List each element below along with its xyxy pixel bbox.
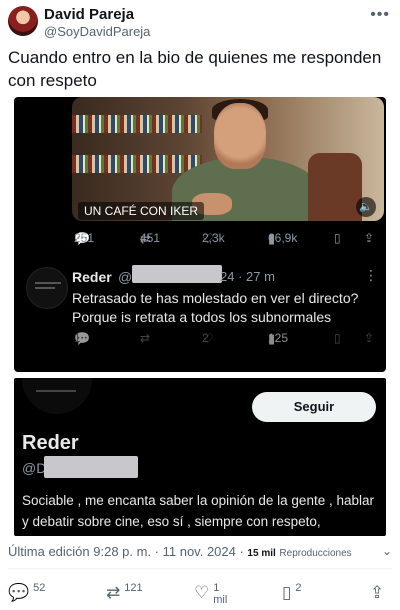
embedded-screenshot-profile[interactable]: Seguir Reder @D Sociable , me encanta sa… (14, 378, 386, 536)
views-label: Reproducciones (279, 548, 352, 559)
share-button[interactable]: ⇪ (370, 580, 388, 602)
more-options-icon[interactable]: ••• (370, 6, 390, 24)
bookshelf-decoration (72, 155, 202, 173)
video-metrics: 💬 251 ⇄ 451 ♡ 2,3k ▮ 66,9k ▯ ⇪ (74, 231, 375, 246)
tweet-actions: 💬 52 ⇄ 121 ♡ 1 mil ▯ 2 ⇪ (8, 578, 392, 606)
repost-icon[interactable]: ⇄ (140, 331, 150, 345)
tweet-header: David Pareja @SoyDavidPareja ••• (8, 4, 392, 40)
follow-button[interactable]: Seguir (252, 392, 376, 422)
person-figure (214, 103, 266, 169)
repost-button[interactable]: ⇄ 121 (106, 580, 143, 602)
author-handle[interactable]: @SoyDavidPareja (44, 24, 150, 39)
video-thumbnail[interactable]: UN CAFÉ CON IKER 🔈 (72, 97, 384, 221)
repost-icon: ⇄ (106, 583, 121, 602)
chevron-down-icon[interactable]: ⌄ (382, 544, 392, 558)
profile-avatar[interactable] (22, 378, 92, 414)
views-count: 15 mil (247, 548, 276, 559)
bookmark-button[interactable]: ▯ 2 (282, 580, 301, 602)
volume-icon[interactable]: 🔈 (356, 197, 376, 217)
tweet-text: Cuando entro en la bio de quienes me res… (8, 48, 382, 90)
comment-icon: 💬 (8, 583, 30, 602)
reply-avatar[interactable] (26, 267, 68, 309)
profile-name: Reder (22, 432, 79, 454)
more-options-icon[interactable]: ⋮ (364, 267, 378, 284)
video-caption: UN CAFÉ CON IKER (78, 202, 205, 220)
author-name[interactable]: David Pareja (44, 6, 134, 23)
reply-author-name[interactable]: Reder (72, 269, 112, 285)
heart-icon: ♡ (194, 583, 210, 602)
redacted-handle (44, 456, 138, 478)
like-button[interactable]: ♡ 1 mil (194, 580, 227, 606)
reply-author-handle[interactable]: @ (118, 269, 132, 285)
share-icon: ⇪ (370, 583, 385, 602)
bookmark-icon[interactable]: ▯ (334, 331, 341, 345)
reply-text: Retrasado te has molestado en ver el dir… (72, 290, 359, 325)
share-icon[interactable]: ⇪ (364, 231, 374, 245)
author-avatar[interactable] (8, 6, 38, 36)
reply-timestamp: 24 · 27 m (220, 269, 275, 284)
bookmark-icon: ▯ (282, 583, 292, 602)
profile-handle: @D (22, 460, 47, 476)
reply-button[interactable]: 💬 52 (8, 580, 45, 602)
embedded-screenshot-reply[interactable]: UN CAFÉ CON IKER 🔈 💬 251 ⇄ 451 ♡ 2,3k ▮ 66,9… (14, 97, 386, 372)
divider (8, 568, 392, 569)
bookmark-icon[interactable]: ▯ (334, 231, 341, 245)
edit-timestamp[interactable]: Última edición 9:28 p. m. · 11 nov. 2024… (8, 544, 392, 559)
chair-decoration (308, 153, 362, 221)
reply-metrics: 💬 1 ⇄ ♡ 2 ▮ 125 ▯ ⇪ (74, 331, 375, 346)
share-icon[interactable]: ⇪ (364, 331, 374, 345)
bookshelf-decoration (72, 115, 202, 133)
profile-bio: Sociable , me encanta saber la opinión d… (22, 493, 374, 529)
redacted-handle (132, 265, 222, 283)
